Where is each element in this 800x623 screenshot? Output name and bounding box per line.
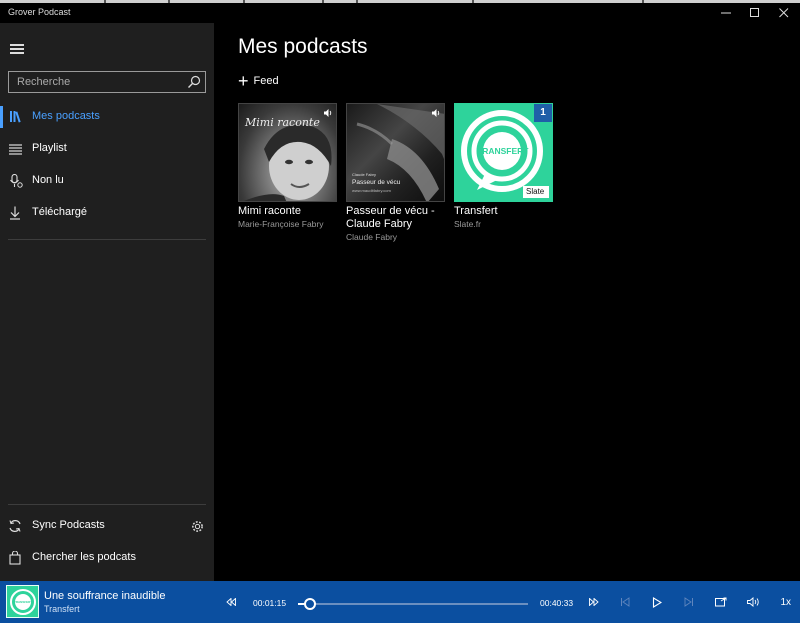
- cast-button[interactable]: [711, 592, 731, 612]
- previous-button[interactable]: [615, 592, 635, 612]
- podcast-author: Slate.fr: [454, 219, 481, 229]
- download-icon: [10, 206, 20, 220]
- plus-icon: +: [238, 71, 249, 91]
- episode-title: Une souffrance inaudible: [44, 590, 166, 602]
- chercher-podcasts-button[interactable]: Chercher les podcats: [0, 543, 214, 573]
- art-author: Claude Fabry: [352, 172, 377, 177]
- podcast-artwork: Claude Fabry Passeur de vécu www.mauditf…: [346, 103, 445, 202]
- art-title: Passeur de vécu: [352, 179, 401, 186]
- speaker-icon: [432, 109, 440, 117]
- search-podcasts-icon: [9, 551, 21, 565]
- nav-label: Mes podcasts: [32, 110, 100, 122]
- nav-item-playlist[interactable]: Playlist: [0, 134, 214, 164]
- volume-icon: [746, 597, 759, 607]
- cast-icon: [715, 597, 727, 607]
- library-icon: [10, 111, 21, 123]
- close-button[interactable]: [766, 3, 800, 23]
- rewind-icon: [226, 598, 236, 606]
- sync-podcasts-button[interactable]: Sync Podcasts: [0, 511, 214, 541]
- now-playing-artwork[interactable]: TRANSFERT: [6, 585, 39, 618]
- next-button[interactable]: [679, 592, 699, 612]
- podcast-tile-passeur-de-vecu[interactable]: Claude Fabry Passeur de vécu www.mauditf…: [346, 103, 446, 242]
- slate-logo: Slate: [526, 187, 545, 196]
- fast-forward-button[interactable]: [584, 592, 604, 612]
- art-title: Mimi raconte: [245, 116, 320, 129]
- nav-item-mes-podcasts[interactable]: Mes podcasts: [0, 102, 214, 132]
- main-content: Mes podcasts + Feed Mimi raconte Mimi ra…: [214, 23, 800, 581]
- duration-time: 00:40:33: [540, 598, 574, 608]
- player-bar: TRANSFERT Une souffrance inaudible Trans…: [0, 581, 800, 623]
- sidebar-divider: [8, 239, 206, 240]
- sidebar-divider: [8, 504, 206, 505]
- sync-icon: [9, 520, 21, 532]
- rewind-button[interactable]: [221, 592, 241, 612]
- title-bar: Grover Podcast: [0, 3, 800, 23]
- search-input[interactable]: [9, 72, 185, 92]
- elapsed-time: 00:01:15: [253, 598, 287, 608]
- episode-podcast: Transfert: [44, 604, 80, 614]
- nav-item-non-lu[interactable]: Non lu: [0, 166, 214, 196]
- seek-handle[interactable]: [304, 598, 317, 610]
- unread-icon: [10, 174, 23, 188]
- podcast-artwork: TRANSFERT Slate 1: [454, 103, 553, 202]
- podcast-title: Mimi raconte: [238, 205, 301, 217]
- search-box: [8, 71, 206, 93]
- nav-label: Téléchargé: [32, 206, 88, 218]
- playlist-icon: [9, 144, 22, 155]
- gear-icon[interactable]: [191, 520, 204, 533]
- podcast-title: Transfert: [454, 205, 498, 217]
- search-icon[interactable]: [187, 75, 201, 89]
- nav-item-telecharge[interactable]: Téléchargé: [0, 198, 214, 228]
- close-icon: [779, 8, 789, 18]
- podcast-title: Passeur de vécu - Claude Fabry: [346, 205, 435, 230]
- seek-track[interactable]: [298, 603, 528, 605]
- speaker-icon: [324, 109, 332, 117]
- play-icon: [652, 596, 662, 608]
- podcast-author: Marie-Françoise Fabry: [238, 219, 324, 229]
- fast-forward-icon: [589, 598, 599, 606]
- unread-count-badge: 1: [534, 104, 552, 122]
- sidebar: Mes podcasts Playlist Non lu Téléchargé: [0, 23, 214, 581]
- window-title: Grover Podcast: [8, 7, 71, 17]
- podcast-artwork: Mimi raconte: [238, 103, 337, 202]
- nav-label: Non lu: [32, 174, 64, 186]
- page-title: Mes podcasts: [238, 35, 368, 58]
- maximize-icon: [750, 8, 759, 17]
- podcast-tile-mimi-raconte[interactable]: Mimi raconte Mimi raconte Marie-François…: [238, 103, 338, 229]
- volume-button[interactable]: [743, 592, 763, 612]
- podcast-tile-transfert[interactable]: TRANSFERT Slate 1 Transfert Slate.fr: [454, 103, 554, 229]
- add-feed-label: Feed: [253, 75, 279, 87]
- podcast-author: Claude Fabry: [346, 232, 398, 242]
- thumb-text: TRANSFERT: [14, 600, 33, 604]
- nav-label: Chercher les podcats: [32, 551, 136, 563]
- skip-next-icon: [684, 597, 693, 607]
- art-url: www.mauditfabry.com: [352, 188, 391, 193]
- minimize-icon: [721, 12, 731, 14]
- skip-previous-icon: [621, 597, 630, 607]
- active-indicator: [0, 106, 3, 128]
- playback-speed-button[interactable]: 1x: [780, 597, 791, 608]
- nav-label: Playlist: [32, 142, 67, 154]
- add-feed-button[interactable]: + Feed: [238, 72, 279, 90]
- play-button[interactable]: [647, 592, 667, 612]
- art-title: TRANSFERT: [477, 146, 529, 156]
- hamburger-menu-icon[interactable]: [10, 44, 24, 54]
- nav-label: Sync Podcasts: [32, 519, 105, 531]
